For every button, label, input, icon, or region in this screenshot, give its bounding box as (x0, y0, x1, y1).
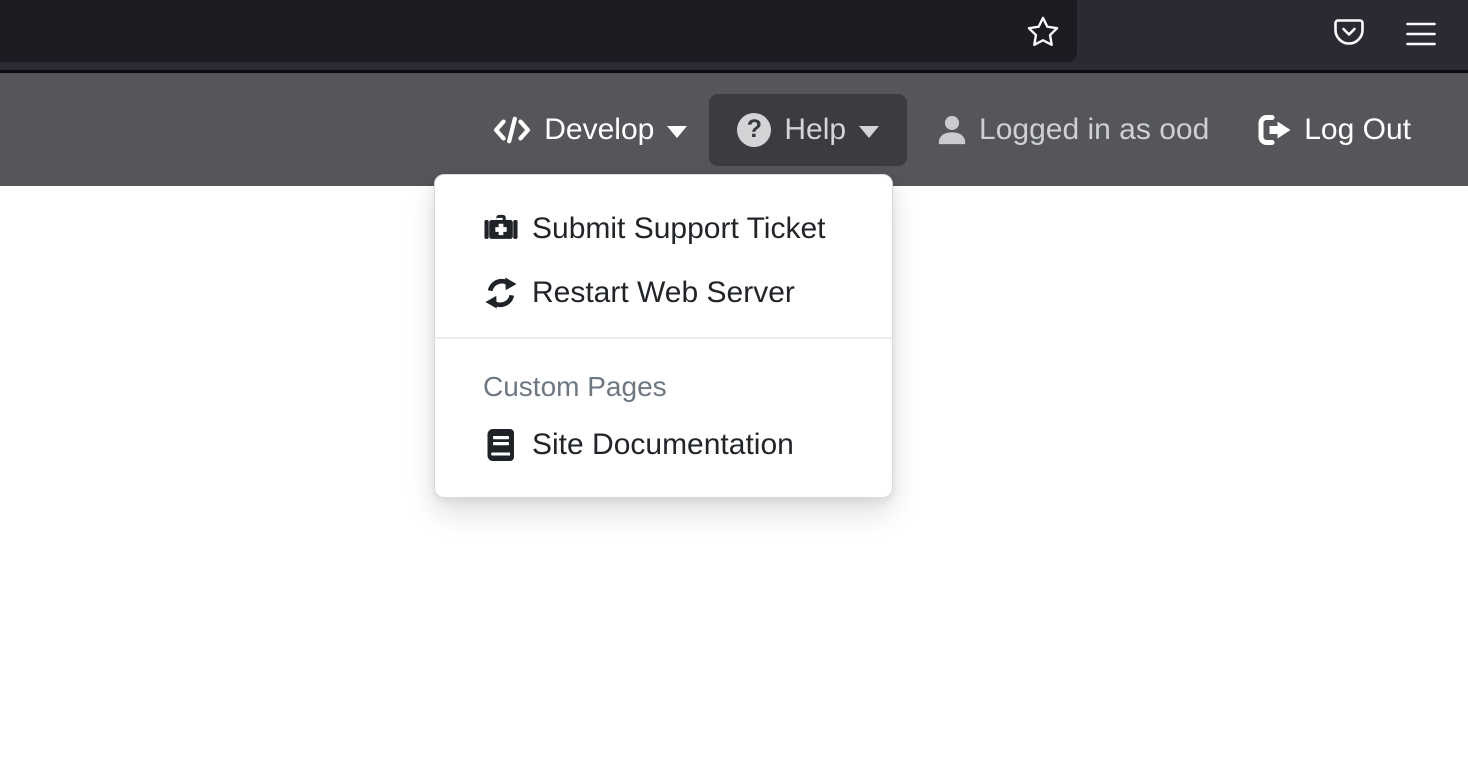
sign-out-icon (1257, 114, 1293, 146)
menu-item-label: Site Documentation (532, 428, 794, 462)
chevron-down-icon (667, 126, 687, 138)
menu-header-custom-pages: Custom Pages (435, 339, 892, 413)
menu-item-site-documentation[interactable]: Site Documentation (435, 413, 892, 477)
question-circle-icon: ? (737, 113, 771, 147)
nav-log-out[interactable]: Log Out (1257, 113, 1411, 147)
nav-develop-label: Develop (544, 113, 654, 147)
nav-develop[interactable]: Develop (493, 113, 687, 147)
pocket-icon[interactable] (1330, 13, 1368, 51)
user-icon (936, 114, 968, 146)
chevron-down-icon (859, 126, 879, 138)
question-glyph: ? (747, 115, 762, 144)
menu-hamburger-icon[interactable] (1402, 17, 1440, 51)
menu-item-restart-web-server[interactable]: Restart Web Server (435, 261, 892, 325)
dashboard-navbar: Develop ? Help Logged in as ood Log Out (0, 73, 1468, 186)
code-icon (493, 115, 531, 145)
menu-item-submit-support-ticket[interactable]: Submit Support Ticket (435, 197, 892, 261)
book-icon (483, 429, 519, 461)
nav-logged-in-text: Logged in as ood (936, 113, 1209, 147)
nav-help-label: Help (784, 113, 846, 147)
bookmark-star-icon[interactable] (1017, 13, 1069, 51)
nav-logged-in-label: Logged in as ood (979, 113, 1209, 147)
browser-toolbar (0, 0, 1468, 73)
menu-item-label: Restart Web Server (532, 276, 795, 310)
url-bar[interactable] (0, 0, 1077, 62)
help-dropdown-menu: Submit Support Ticket Restart Web Server… (434, 174, 893, 498)
medkit-icon (483, 213, 519, 245)
nav-help[interactable]: ? Help (709, 94, 907, 166)
nav-log-out-label: Log Out (1304, 113, 1411, 147)
sync-icon (483, 277, 519, 309)
menu-item-label: Submit Support Ticket (532, 212, 825, 246)
